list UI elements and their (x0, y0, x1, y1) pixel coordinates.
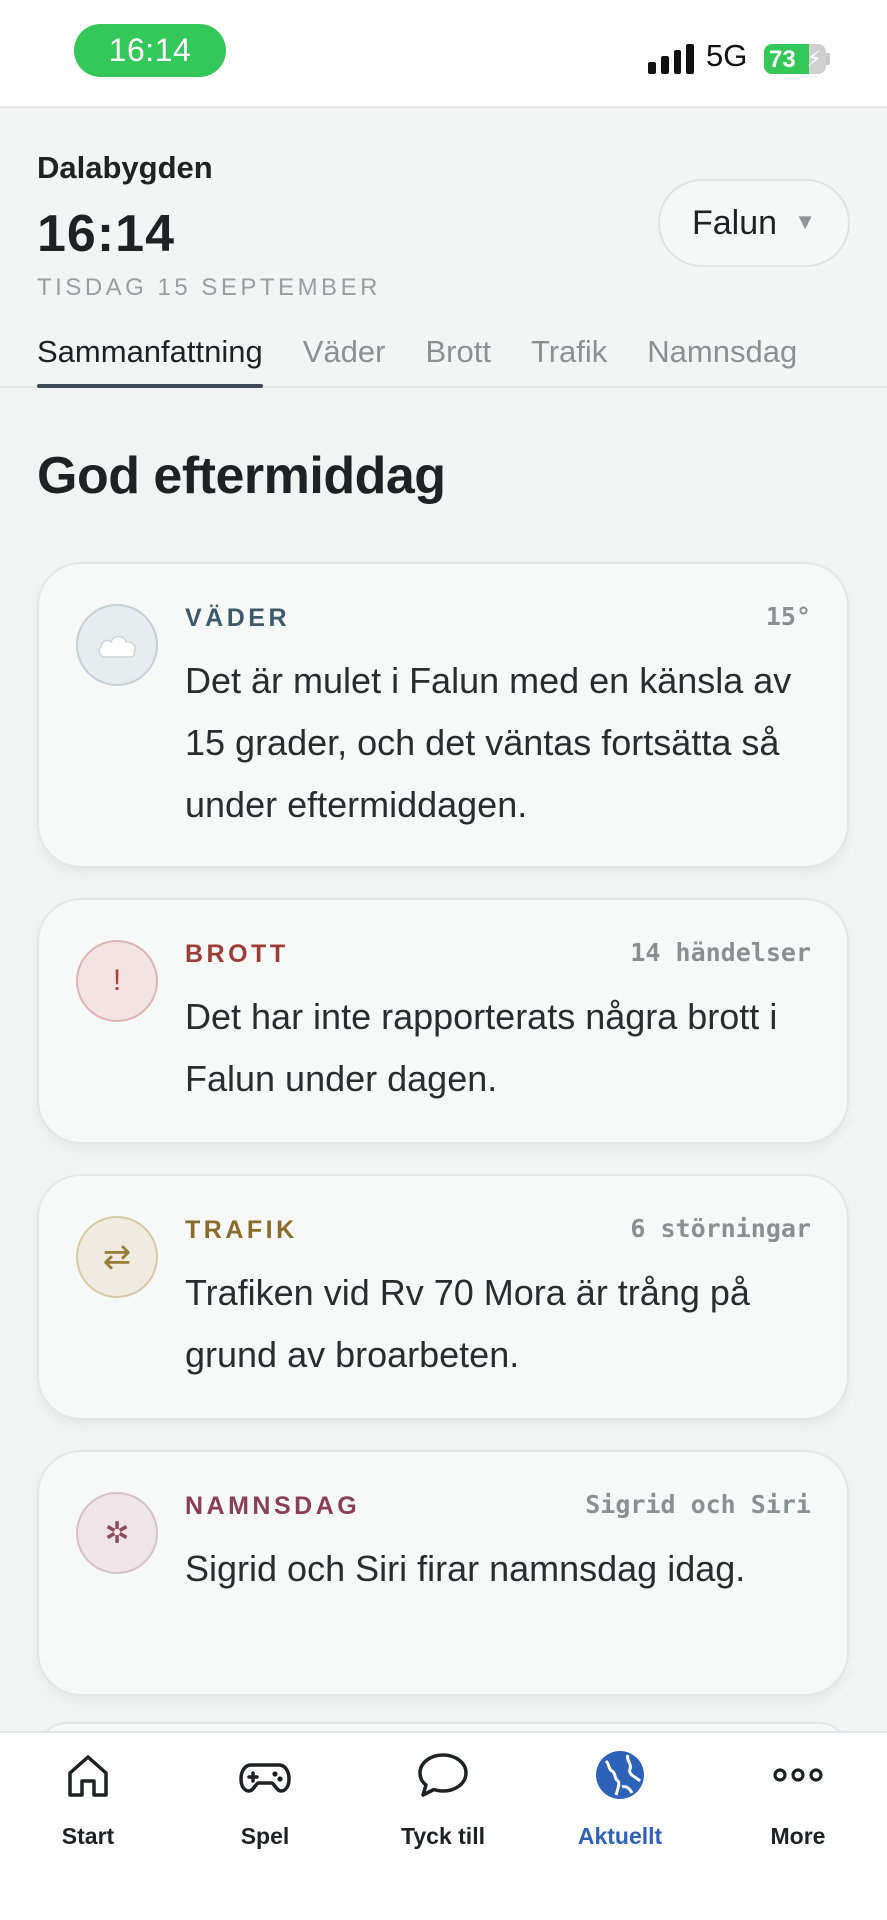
battery-cap (826, 53, 830, 65)
charging-icon: ⚡ (806, 46, 822, 71)
weather-card[interactable]: VÄDER 15° Det är mulet i Falun med en kä… (37, 562, 849, 868)
bottom-nav: Start Spel Tyck till Aktuellt More (0, 1731, 887, 1920)
tab-namnsdag[interactable]: Namnsdag (647, 322, 797, 388)
nav-tyck-till[interactable]: Tyck till (373, 1747, 513, 1867)
region-title: Dalabygden (37, 150, 213, 185)
nav-spel[interactable]: Spel (195, 1747, 335, 1867)
tab-vader[interactable]: Väder (303, 322, 386, 388)
caret-down-icon: ▼ (794, 209, 816, 234)
traffic-card[interactable]: ⇄ TRAFIK 6 störningar Trafiken vid Rv 70… (37, 1174, 849, 1420)
status-time: 16:14 (74, 24, 226, 77)
tab-trafik[interactable]: Trafik (531, 322, 607, 388)
globe-icon (596, 1751, 644, 1799)
exclamation-icon: ! (76, 940, 158, 1022)
city-select[interactable]: Falun ▼ (658, 179, 850, 267)
battery-icon: 73 ⚡ (764, 44, 826, 74)
weather-summary: Det är mulet i Falun med en känsla av 15… (185, 660, 792, 825)
status-bar: 16:14 5G 73 ⚡ (0, 0, 887, 108)
network-label: 5G (706, 38, 748, 73)
nameday-summary: Sigrid och Siri firar namnsdag idag. (185, 1548, 746, 1589)
gamepad-icon (239, 1763, 291, 1793)
cloud-icon (76, 604, 158, 686)
battery-percent: 73 (769, 46, 796, 73)
traffic-summary: Trafiken vid Rv 70 Mora är trång på grun… (185, 1272, 750, 1375)
nav-more[interactable]: More (728, 1747, 868, 1867)
flower-icon: ✲ (76, 1492, 158, 1574)
swap-arrows-icon: ⇄ (76, 1216, 158, 1298)
greeting-heading: God eftermiddag (37, 447, 446, 505)
traffic-count: 6 störningar (630, 1214, 811, 1243)
crime-count: 14 händelser (630, 938, 811, 967)
city-select-value: Falun (692, 203, 778, 242)
page-header: Dalabygden 16:14 TISDAG 15 SEPTEMBER Fal… (0, 110, 887, 388)
more-dots-icon (773, 1768, 823, 1782)
signal-icon (648, 44, 694, 74)
nav-start[interactable]: Start (18, 1747, 158, 1867)
header-clock: 16:14 (37, 205, 175, 263)
app-screen: 16:14 5G 73 ⚡ Dalabygden 16:14 TISDAG 15… (0, 0, 887, 1920)
nameday-names: Sigrid och Siri (585, 1490, 811, 1519)
home-icon (68, 1755, 108, 1797)
tab-bar: Sammanfattning Väder Brott Trafik Namnsd… (37, 322, 887, 388)
weather-temperature: 15° (765, 602, 811, 631)
nav-tyck-till-label: Tyck till (401, 1823, 485, 1849)
crime-summary: Det har inte rapporterats några brott i … (185, 996, 778, 1099)
traffic-label: TRAFIK (185, 1216, 298, 1244)
nav-spel-label: Spel (240, 1823, 290, 1849)
nav-aktuellt[interactable]: Aktuellt (550, 1747, 690, 1867)
header-date: TISDAG 15 SEPTEMBER (37, 274, 381, 301)
nameday-label: NAMNSDAG (185, 1492, 361, 1520)
tab-brott[interactable]: Brott (425, 322, 490, 388)
speech-bubble-icon (418, 1753, 468, 1797)
tab-sammanfattning[interactable]: Sammanfattning (37, 322, 263, 388)
nav-start-label: Start (61, 1823, 115, 1849)
crime-label: BROTT (185, 940, 289, 968)
crime-card[interactable]: ! BROTT 14 händelser Det har inte rappor… (37, 898, 849, 1144)
nav-aktuellt-label: Aktuellt (577, 1823, 663, 1849)
weather-label: VÄDER (185, 604, 291, 632)
nameday-card[interactable]: ✲ NAMNSDAG Sigrid och Siri Sigrid och Si… (37, 1450, 849, 1696)
nav-more-label: More (770, 1823, 826, 1849)
